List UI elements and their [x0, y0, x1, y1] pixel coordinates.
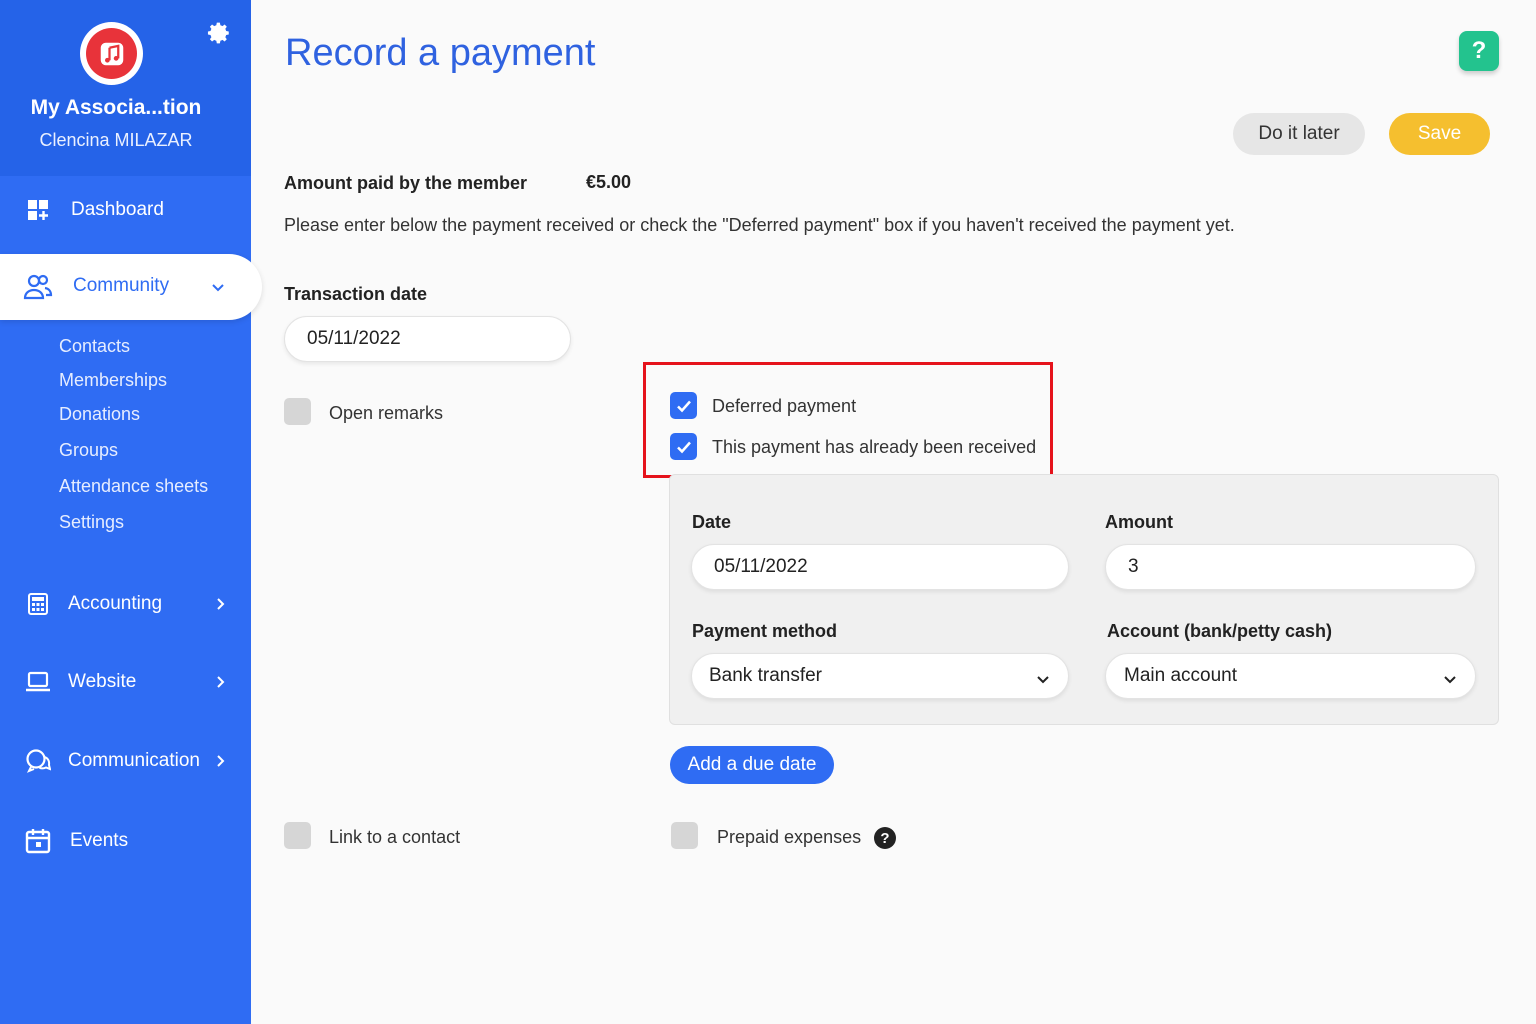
- sidebar-item-label: Website: [68, 671, 137, 692]
- dashboard-icon: [24, 196, 52, 224]
- account-label: Account (bank/petty cash): [1107, 621, 1333, 641]
- sidebar-item-communication[interactable]: Communication: [0, 731, 251, 791]
- open-remarks-label: Open remarks: [329, 403, 444, 423]
- open-remarks-checkbox[interactable]: [284, 398, 311, 425]
- link-contact-label: Link to a contact: [329, 827, 461, 847]
- chevron-right-icon: [212, 674, 228, 690]
- chevron-down-icon: [1036, 670, 1050, 684]
- prepaid-expenses-label: Prepaid expenses: [717, 827, 862, 847]
- save-button[interactable]: Save: [1389, 113, 1490, 155]
- sidebar-subitem-settings[interactable]: Settings: [59, 512, 124, 533]
- help-circle-icon[interactable]: ?: [874, 827, 896, 849]
- sidebar-subitem-contacts[interactable]: Contacts: [59, 336, 130, 357]
- payment-amount-label: Amount: [1105, 512, 1173, 532]
- sidebar-subitem-attendance-sheets[interactable]: Attendance sheets: [59, 476, 208, 497]
- chevron-down-icon: [1443, 670, 1457, 684]
- sidebar-subitem-memberships[interactable]: Memberships: [59, 370, 167, 391]
- sidebar-subitem-groups[interactable]: Groups: [59, 440, 118, 461]
- chat-icon: [24, 747, 52, 775]
- do-it-later-button[interactable]: Do it later: [1233, 113, 1365, 155]
- gear-icon[interactable]: [206, 20, 232, 46]
- highlight-annotation-box: [643, 362, 1053, 478]
- amount-paid-value: €5.00: [586, 172, 632, 192]
- payment-method-value: Bank transfer: [709, 665, 822, 686]
- user-name: Clencina MILAZAR: [39, 130, 193, 150]
- sidebar-item-website[interactable]: Website: [0, 652, 251, 712]
- transaction-date-input[interactable]: 05/11/2022: [284, 316, 571, 362]
- instruction-text: Please enter below the payment received …: [284, 215, 1235, 235]
- laptop-icon: [24, 668, 52, 696]
- account-value: Main account: [1124, 665, 1238, 686]
- organization-logo[interactable]: [80, 22, 143, 85]
- amount-paid-label: Amount paid by the member: [284, 173, 528, 193]
- payment-method-select[interactable]: Bank transfer: [691, 653, 1069, 699]
- music-note-icon: [86, 28, 137, 79]
- sidebar-item-accounting[interactable]: Accounting: [0, 574, 251, 634]
- chevron-right-icon: [212, 596, 228, 612]
- payment-amount-input[interactable]: 3: [1105, 544, 1476, 590]
- sidebar-item-label: Community: [73, 275, 170, 296]
- prepaid-expenses-checkbox[interactable]: [671, 822, 698, 849]
- payment-date-input[interactable]: 05/11/2022: [691, 544, 1069, 590]
- sidebar-subitem-donations[interactable]: Donations: [59, 404, 140, 425]
- sidebar-item-label: Accounting: [68, 593, 163, 614]
- sidebar-item-label: Events: [70, 830, 129, 851]
- calendar-icon: [24, 827, 52, 855]
- calculator-icon: [24, 590, 52, 618]
- payment-method-label: Payment method: [692, 621, 838, 641]
- page-title: Record a payment: [285, 32, 596, 74]
- organization-name: My Associa...tion: [30, 96, 202, 119]
- link-contact-checkbox[interactable]: [284, 822, 311, 849]
- account-select[interactable]: Main account: [1105, 653, 1476, 699]
- sidebar-header: My Associa...tion Clencina MILAZAR: [0, 0, 251, 176]
- sidebar-item-events[interactable]: Events: [0, 811, 251, 871]
- add-due-date-button[interactable]: Add a due date: [670, 746, 834, 784]
- sidebar: My Associa...tion Clencina MILAZAR Dashb…: [0, 0, 262, 1024]
- payment-date-label: Date: [692, 512, 732, 532]
- users-icon: [23, 273, 53, 301]
- chevron-right-icon: [212, 753, 228, 769]
- sidebar-item-community[interactable]: Community: [0, 254, 262, 320]
- sidebar-item-dashboard[interactable]: Dashboard: [0, 180, 251, 240]
- help-button[interactable]: ?: [1459, 31, 1499, 71]
- chevron-down-icon: [210, 279, 226, 295]
- sidebar-item-label: Dashboard: [71, 199, 164, 220]
- sidebar-item-label: Communication: [68, 750, 200, 771]
- transaction-date-label: Transaction date: [284, 284, 428, 304]
